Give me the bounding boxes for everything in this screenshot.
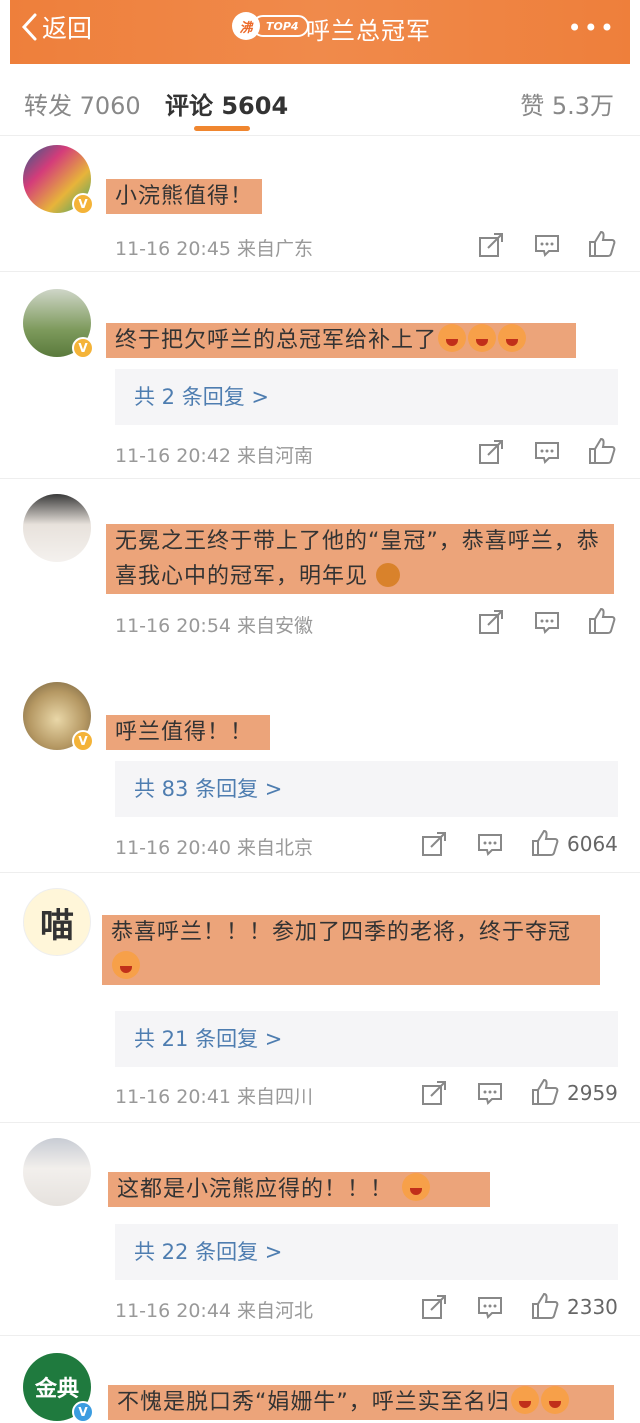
verified-icon: V	[72, 1401, 94, 1423]
share-icon[interactable]	[421, 1294, 447, 1320]
like-count: 2330	[567, 1295, 618, 1319]
like-count: 6064	[567, 832, 618, 856]
comment-text: 这都是小浣熊应得的！！！	[108, 1172, 490, 1207]
tab-repost[interactable]: 转发 7060	[24, 86, 141, 121]
share-icon[interactable]	[421, 831, 447, 857]
comment-icon[interactable]	[477, 1295, 503, 1319]
comment-item: 无冕之王终于带上了他的“皇冠”，恭喜呼兰，恭喜我心中的冠军，明年见 11-16 …	[0, 480, 640, 675]
comment-icon[interactable]	[534, 233, 560, 257]
like-icon[interactable]	[588, 230, 616, 258]
avatar[interactable]	[23, 1138, 91, 1206]
tab-indicator	[194, 126, 250, 131]
comment-icon[interactable]	[477, 1081, 503, 1105]
comment-text: 呼兰值得！！	[106, 715, 270, 750]
emoji-icon	[438, 324, 467, 352]
emoji-icon	[468, 324, 497, 352]
share-icon[interactable]	[421, 1080, 447, 1106]
comment-icon[interactable]	[534, 610, 560, 634]
comment-item: 金典 V 不愧是脱口秀“娟姗牛”，呼兰实至名归	[0, 1337, 640, 1423]
emoji-icon	[498, 324, 527, 352]
comment-text: 无冕之王终于带上了他的“皇冠”，恭喜呼兰，恭喜我心中的冠军，明年见	[106, 524, 614, 594]
comment-item: V 终于把欠呼兰的总冠军给补上了 共 2 条回复 > 11-16 20:42 来…	[0, 273, 640, 479]
comment-icon[interactable]	[477, 832, 503, 856]
back-label: 返回	[42, 14, 93, 43]
tab-comment[interactable]: 评论 5604	[165, 86, 288, 121]
comment-meta: 11-16 20:41 来自四川	[115, 1086, 314, 1108]
avatar[interactable]: 喵	[23, 888, 91, 956]
share-icon[interactable]	[478, 439, 504, 465]
comment-meta: 11-16 20:42 来自河南	[115, 445, 314, 467]
comment-item: V 小浣熊值得！ 11-16 20:45 来自广东	[0, 137, 640, 272]
hot-search-badge: 沸 TOP4	[232, 12, 309, 40]
tab-like[interactable]: 赞 5.3万	[520, 86, 614, 121]
reply-link[interactable]: 共 83 条回复 >	[115, 761, 618, 817]
reply-link[interactable]: 共 21 条回复 >	[115, 1011, 618, 1067]
comment-text: 小浣熊值得！	[106, 179, 262, 214]
like-icon[interactable]	[531, 1292, 559, 1320]
verified-icon: V	[72, 730, 94, 752]
comment-text: 不愧是脱口秀“娟姗牛”，呼兰实至名归	[108, 1385, 614, 1420]
reply-link[interactable]: 共 2 条回复 >	[115, 369, 618, 425]
comment-meta: 11-16 20:40 来自北京	[115, 837, 314, 859]
emoji-icon	[112, 951, 140, 979]
like-icon[interactable]	[531, 829, 559, 857]
verified-icon: V	[72, 193, 94, 215]
emoji-icon	[510, 1386, 539, 1414]
emoji-icon	[402, 1173, 431, 1201]
page-title: 呼兰总冠军	[306, 17, 431, 45]
comment-text: 恭喜呼兰！！！参加了四季的老将，终于夺冠	[102, 915, 600, 985]
comment-text: 终于把欠呼兰的总冠军给补上了	[106, 323, 576, 358]
hot-fei-icon: 沸	[232, 12, 260, 40]
tab-bar: 转发 7060 评论 5604 赞 5.3万	[0, 64, 640, 136]
comment-item: 喵 恭喜呼兰！！！参加了四季的老将，终于夺冠 共 21 条回复 > 11-16 …	[0, 874, 640, 1123]
verified-icon: V	[72, 337, 94, 359]
like-icon[interactable]	[588, 437, 616, 465]
comment-meta: 11-16 20:45 来自广东	[115, 238, 314, 260]
back-button[interactable]: 返回	[20, 12, 93, 43]
comment-meta: 11-16 20:44 来自河北	[115, 1300, 314, 1322]
comment-item: 这都是小浣熊应得的！！！ 共 22 条回复 > 11-16 20:44 来自河北…	[0, 1124, 640, 1336]
like-count: 2959	[567, 1081, 618, 1105]
like-icon[interactable]	[588, 607, 616, 635]
comment-meta: 11-16 20:54 来自安徽	[115, 615, 314, 637]
comment-item: V 呼兰值得！！ 共 83 条回复 > 11-16 20:40 来自北京 606…	[0, 675, 640, 873]
like-icon[interactable]	[531, 1078, 559, 1106]
chevron-left-icon	[21, 13, 37, 41]
share-icon[interactable]	[478, 232, 504, 258]
hot-rank: TOP4	[252, 15, 309, 37]
avatar[interactable]	[23, 494, 91, 562]
reply-link[interactable]: 共 22 条回复 >	[115, 1224, 618, 1280]
share-icon[interactable]	[478, 609, 504, 635]
more-icon[interactable]: •••	[568, 14, 616, 42]
emoji-icon	[540, 1386, 569, 1414]
comment-icon[interactable]	[534, 440, 560, 464]
snail-emoji-icon	[376, 563, 401, 587]
top-bar: 返回 沸 TOP4 呼兰总冠军 •••	[10, 0, 630, 64]
